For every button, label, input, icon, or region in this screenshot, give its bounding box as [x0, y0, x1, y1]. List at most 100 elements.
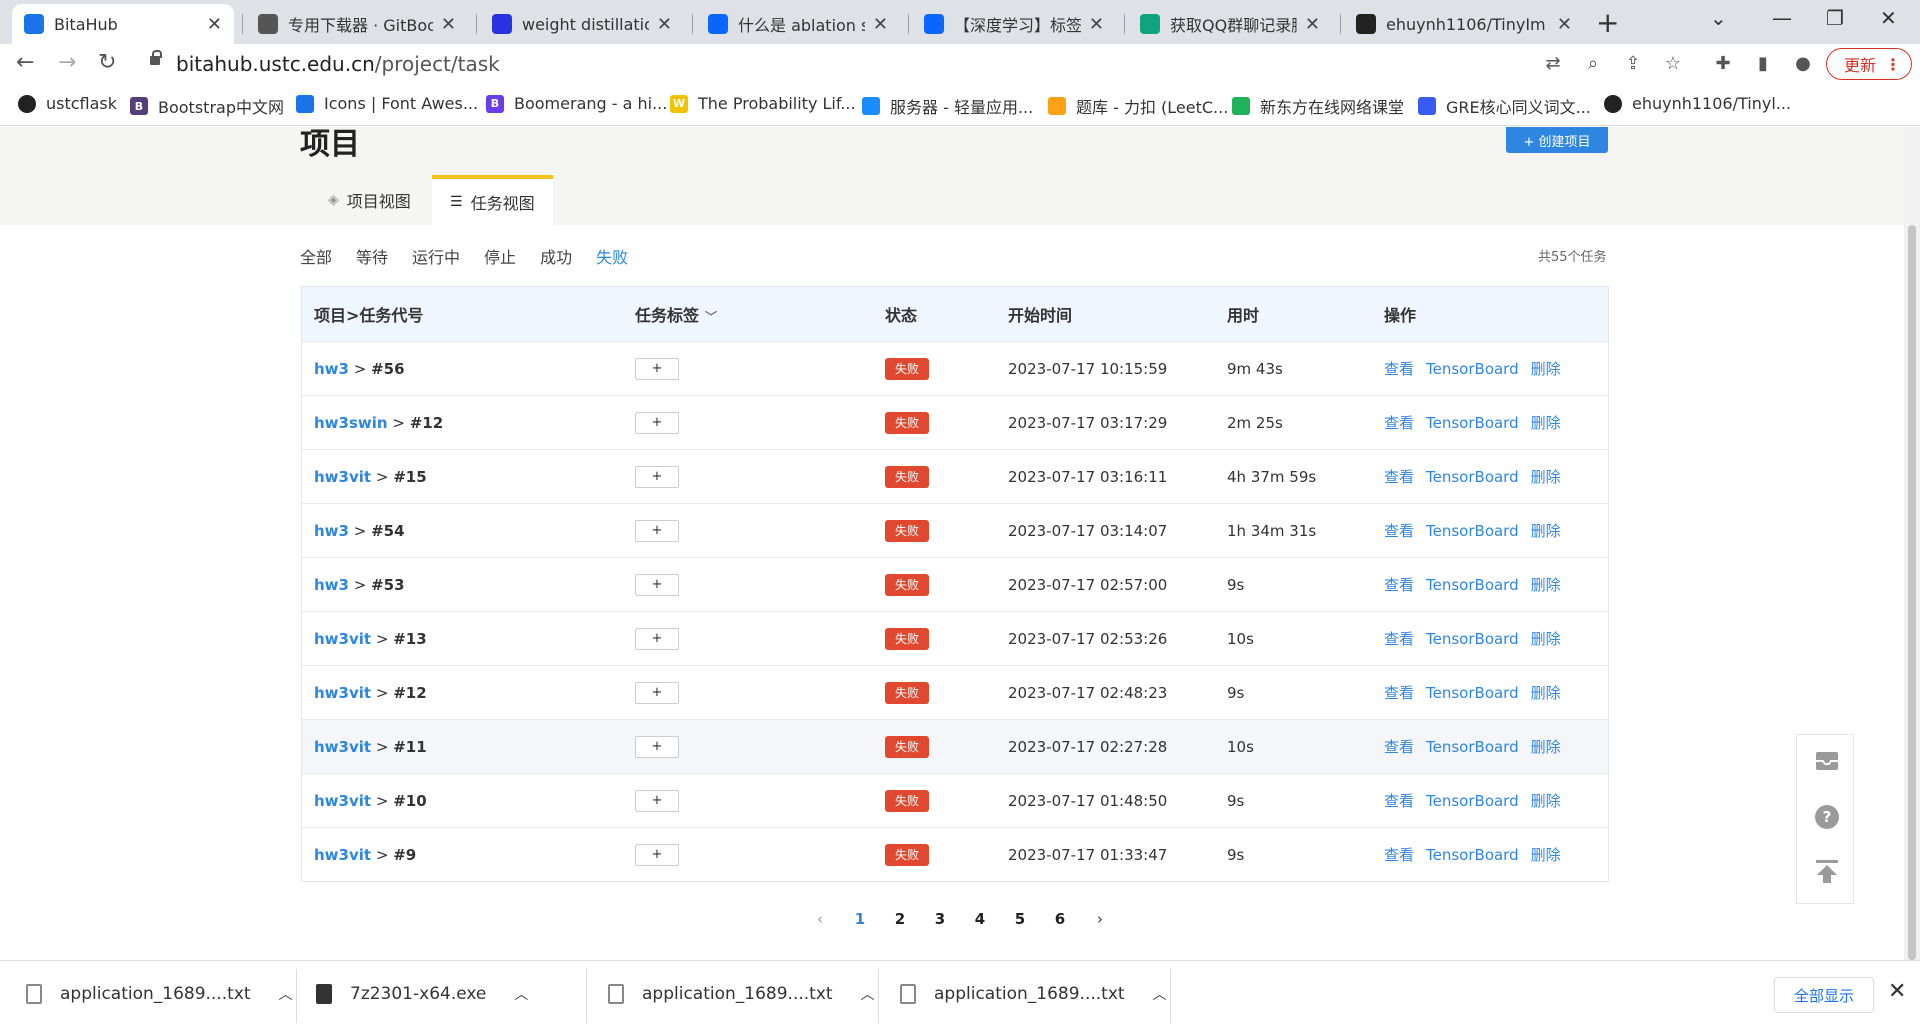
close-tab-icon[interactable]: ✕: [207, 14, 222, 35]
back-to-top-icon[interactable]: [1813, 857, 1841, 885]
tensorboard-link[interactable]: TensorBoard: [1426, 468, 1519, 486]
restore-button[interactable]: ❐: [1826, 6, 1844, 30]
view-link[interactable]: 查看: [1384, 468, 1414, 486]
view-link[interactable]: 查看: [1384, 576, 1414, 594]
tensorboard-link[interactable]: TensorBoard: [1426, 522, 1519, 540]
browser-tab[interactable]: 获取QQ群聊记录脚本 ✕: [1128, 4, 1332, 44]
delete-link[interactable]: 删除: [1531, 630, 1561, 648]
close-tab-icon[interactable]: ✕: [657, 14, 672, 35]
chevron-up-icon[interactable]: ︿: [279, 984, 293, 1004]
delete-link[interactable]: 删除: [1531, 468, 1561, 486]
tab-task-view[interactable]: ☰ 任务视图: [432, 175, 553, 225]
message-icon[interactable]: [1813, 747, 1841, 775]
view-link[interactable]: 查看: [1384, 414, 1414, 432]
bookmark-item[interactable]: 服务器 - 轻量应用...: [862, 94, 1033, 118]
filter-5[interactable]: 失败: [596, 248, 628, 267]
add-tag-button[interactable]: +: [635, 411, 679, 434]
project-link[interactable]: hw3: [314, 576, 349, 594]
filter-1[interactable]: 等待: [356, 248, 388, 267]
project-link[interactable]: hw3vit: [314, 792, 371, 810]
close-tab-icon[interactable]: ✕: [1305, 14, 1320, 35]
add-tag-button[interactable]: +: [635, 735, 679, 758]
page-3[interactable]: 3: [920, 910, 960, 928]
add-tag-button[interactable]: +: [635, 465, 679, 488]
view-link[interactable]: 查看: [1384, 684, 1414, 702]
add-tag-button[interactable]: +: [635, 789, 679, 812]
chevron-up-icon[interactable]: ︿: [1153, 984, 1167, 1004]
bookmark-item[interactable]: ehuynh1106/Tinyl...: [1604, 94, 1791, 113]
tab-project-view[interactable]: ◈ 项目视图: [310, 175, 429, 225]
tensorboard-link[interactable]: TensorBoard: [1426, 414, 1519, 432]
download-item[interactable]: application_1689....txt ︿: [26, 961, 293, 1027]
browser-tab[interactable]: BitaHub ✕: [12, 4, 234, 44]
close-download-shelf-icon[interactable]: ✕: [1888, 979, 1906, 1004]
project-link[interactable]: hw3: [314, 522, 349, 540]
bookmark-item[interactable]: B Boomerang - a hi...: [486, 94, 667, 113]
forward-button[interactable]: →: [58, 50, 76, 75]
add-tag-button[interactable]: +: [635, 573, 679, 596]
back-button[interactable]: ←: [16, 50, 34, 75]
side-panel-icon[interactable]: ▮: [1752, 52, 1774, 74]
close-tab-icon[interactable]: ✕: [1089, 14, 1104, 35]
lock-icon[interactable]: [150, 50, 162, 65]
bookmark-item[interactable]: ustcflask: [18, 94, 117, 113]
view-link[interactable]: 查看: [1384, 846, 1414, 864]
filter-3[interactable]: 停止: [484, 248, 516, 267]
tensorboard-link[interactable]: TensorBoard: [1426, 846, 1519, 864]
add-tag-button[interactable]: +: [635, 681, 679, 704]
delete-link[interactable]: 删除: [1531, 576, 1561, 594]
page-1[interactable]: 1: [840, 910, 880, 928]
add-tag-button[interactable]: +: [635, 627, 679, 650]
browser-tab[interactable]: 专用下载器 · GitBook ✕: [246, 4, 468, 44]
add-tag-button[interactable]: +: [635, 357, 679, 380]
project-link[interactable]: hw3vit: [314, 846, 371, 864]
bookmark-item[interactable]: B Bootstrap中文网: [130, 94, 284, 118]
page-4[interactable]: 4: [960, 910, 1000, 928]
chevron-up-icon[interactable]: ︿: [514, 984, 528, 1004]
project-link[interactable]: hw3vit: [314, 630, 371, 648]
bookmark-item[interactable]: 新东方在线网络课堂: [1232, 94, 1404, 118]
delete-link[interactable]: 删除: [1531, 846, 1561, 864]
tab-search-chevron-icon[interactable]: ⌄: [1710, 6, 1727, 30]
page-6[interactable]: 6: [1040, 910, 1080, 928]
zoom-icon[interactable]: ⌕: [1582, 52, 1604, 74]
bookmark-item[interactable]: 题库 - 力扣 (LeetC...: [1048, 94, 1228, 118]
delete-link[interactable]: 删除: [1531, 522, 1561, 540]
tensorboard-link[interactable]: TensorBoard: [1426, 684, 1519, 702]
download-item[interactable]: 7z2301-x64.exe ︿: [316, 961, 528, 1027]
close-tab-icon[interactable]: ✕: [873, 14, 888, 35]
next-page-icon[interactable]: ›: [1080, 910, 1120, 928]
close-tab-icon[interactable]: ✕: [1557, 14, 1572, 35]
download-item[interactable]: application_1689....txt ︿: [900, 961, 1167, 1027]
bookmark-star-icon[interactable]: ☆: [1662, 52, 1684, 74]
delete-link[interactable]: 删除: [1531, 360, 1561, 378]
page-2[interactable]: 2: [880, 910, 920, 928]
view-link[interactable]: 查看: [1384, 522, 1414, 540]
delete-link[interactable]: 删除: [1531, 738, 1561, 756]
header-tags[interactable]: 任务标签 ﹀: [635, 302, 717, 326]
tensorboard-link[interactable]: TensorBoard: [1426, 738, 1519, 756]
update-button[interactable]: 更新 ⋮: [1826, 48, 1912, 80]
view-link[interactable]: 查看: [1384, 792, 1414, 810]
prev-page-icon[interactable]: ‹: [800, 910, 840, 928]
add-tag-button[interactable]: +: [635, 519, 679, 542]
delete-link[interactable]: 删除: [1531, 684, 1561, 702]
bookmark-item[interactable]: W The Probability Lif...: [670, 94, 856, 113]
bookmark-item[interactable]: GRE核心同义词文...: [1418, 94, 1591, 118]
tensorboard-link[interactable]: TensorBoard: [1426, 630, 1519, 648]
delete-link[interactable]: 删除: [1531, 414, 1561, 432]
tensorboard-link[interactable]: TensorBoard: [1426, 792, 1519, 810]
reload-button[interactable]: ↻: [98, 50, 116, 75]
tensorboard-link[interactable]: TensorBoard: [1426, 360, 1519, 378]
browser-tab[interactable]: ehuynh1106/TinyIm ✕: [1344, 4, 1584, 44]
tensorboard-link[interactable]: TensorBoard: [1426, 576, 1519, 594]
project-link[interactable]: hw3vit: [314, 468, 371, 486]
filter-4[interactable]: 成功: [540, 248, 572, 267]
view-link[interactable]: 查看: [1384, 630, 1414, 648]
filter-2[interactable]: 运行中: [412, 248, 460, 267]
download-item[interactable]: application_1689....txt ︿: [608, 961, 875, 1027]
share-icon[interactable]: ⇪: [1622, 52, 1644, 74]
extensions-icon[interactable]: ✚: [1712, 52, 1734, 74]
address-bar[interactable]: bitahub.ustc.edu.cn/project/task: [176, 52, 500, 76]
help-icon[interactable]: ?: [1813, 803, 1841, 831]
